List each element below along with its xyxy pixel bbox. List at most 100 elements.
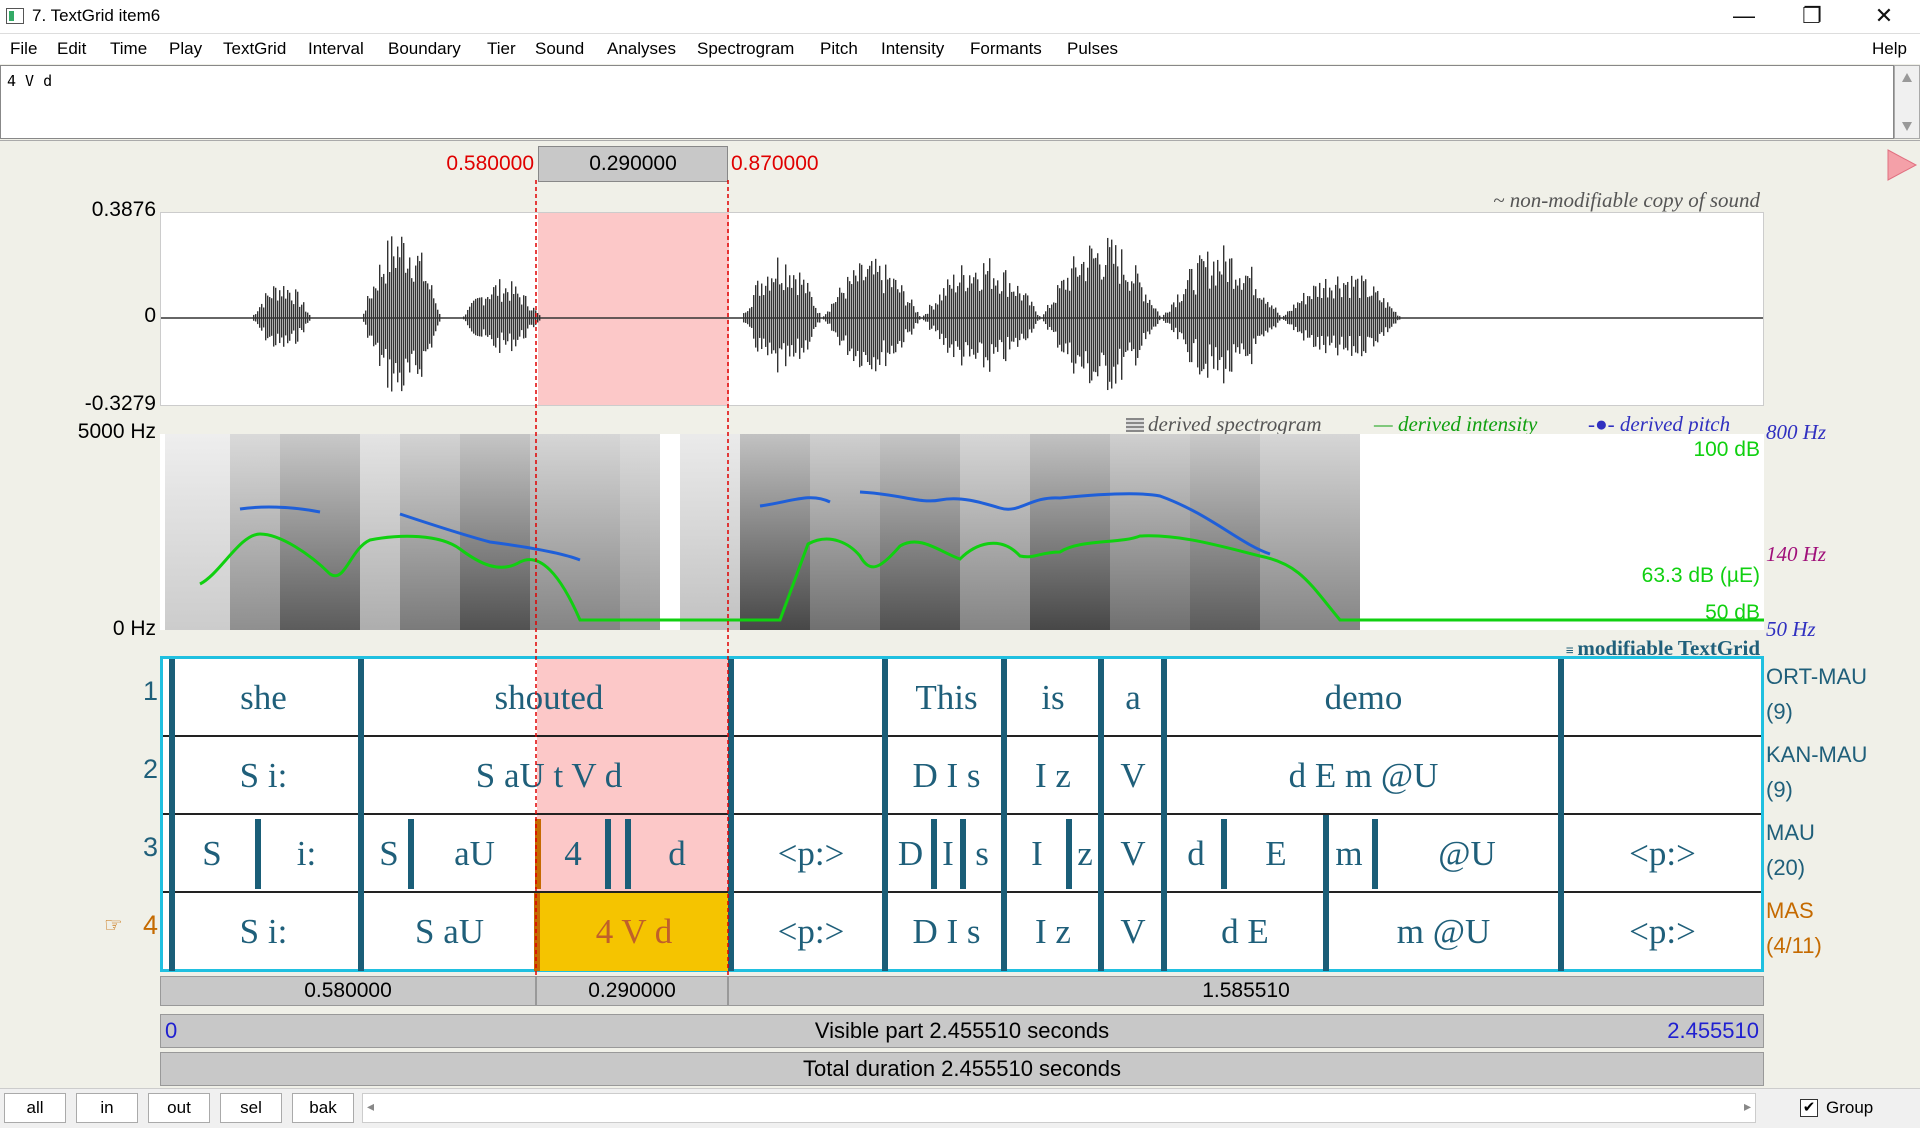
mau-seg[interactable]: D: [888, 815, 933, 893]
mas-seg[interactable]: S i:: [169, 893, 358, 971]
menu-play[interactable]: Play: [169, 39, 202, 59]
mas-seg[interactable]: D I s: [888, 893, 1005, 971]
boundary[interactable]: [1001, 893, 1007, 971]
tier-mas[interactable]: S i: S aU 4 V d <p:> D I s I z V d E m @…: [163, 893, 1761, 971]
visible-part-button[interactable]: 0 Visible part 2.455510 seconds 2.455510: [160, 1014, 1764, 1048]
mas-seg[interactable]: <p:>: [734, 893, 888, 971]
boundary[interactable]: [169, 659, 175, 737]
menu-intensity[interactable]: Intensity: [881, 39, 944, 59]
tier-kan-mau[interactable]: S i: S aU t V d D I s I z V d E m @U: [163, 737, 1761, 815]
mau-seg[interactable]: I: [933, 815, 963, 893]
textgrid-panel[interactable]: she shouted This is a demo S i: S aU t V…: [160, 656, 1764, 972]
boundary[interactable]: [931, 819, 937, 889]
mau-seg[interactable]: m: [1327, 815, 1371, 893]
ort-seg-this[interactable]: This: [888, 659, 1005, 737]
mau-seg[interactable]: d: [1167, 815, 1225, 893]
menu-file[interactable]: File: [10, 39, 37, 59]
boundary[interactable]: [882, 815, 888, 893]
mau-seg[interactable]: i:: [255, 815, 358, 893]
kan-seg-1[interactable]: S i:: [169, 737, 358, 815]
waveform-panel[interactable]: [160, 212, 1764, 406]
mau-seg[interactable]: d: [626, 815, 728, 893]
duration-selected-button[interactable]: 0.290000: [536, 976, 728, 1006]
boundary[interactable]: [358, 737, 364, 815]
menu-help[interactable]: Help: [1872, 39, 1907, 59]
duration-after-button[interactable]: 1.585510: [728, 976, 1764, 1006]
spectrogram-panel[interactable]: [160, 434, 1764, 630]
tier-ort-mau[interactable]: she shouted This is a demo: [163, 659, 1761, 737]
menu-pulses[interactable]: Pulses: [1067, 39, 1118, 59]
mas-seg[interactable]: <p:>: [1564, 893, 1761, 971]
group-checkbox[interactable]: ✔: [1800, 1099, 1818, 1117]
boundary[interactable]: [1001, 659, 1007, 737]
mas-seg[interactable]: I z: [1006, 893, 1100, 971]
mau-seg[interactable]: s: [963, 815, 1001, 893]
boundary[interactable]: [1372, 819, 1378, 889]
total-duration-button[interactable]: Total duration 2.455510 seconds: [160, 1052, 1764, 1086]
kan-seg-6[interactable]: V: [1103, 737, 1163, 815]
kan-seg-4[interactable]: D I s: [888, 737, 1005, 815]
mau-seg[interactable]: aU: [414, 815, 535, 893]
zoom-all-button[interactable]: all: [4, 1093, 66, 1123]
boundary[interactable]: [605, 819, 611, 889]
mau-seg[interactable]: <p:>: [734, 815, 888, 893]
scroll-left-icon[interactable]: ◂: [367, 1098, 374, 1115]
ort-seg-shouted[interactable]: shouted: [364, 659, 734, 737]
boundary[interactable]: [1323, 815, 1329, 893]
mas-seg[interactable]: m @U: [1329, 893, 1558, 971]
kan-seg-2[interactable]: S aU t V d: [364, 737, 734, 815]
boundary[interactable]: [358, 815, 364, 893]
mau-seg[interactable]: S: [169, 815, 255, 893]
horizontal-scrollbar[interactable]: ◂ ▸: [362, 1093, 1756, 1123]
kan-seg-5[interactable]: I z: [1006, 737, 1100, 815]
menu-spectrogram[interactable]: Spectrogram: [697, 39, 794, 59]
mas-seg-selected[interactable]: 4 V d: [540, 893, 728, 971]
mas-seg[interactable]: d E: [1167, 893, 1323, 971]
boundary[interactable]: [1558, 893, 1564, 971]
menu-formants[interactable]: Formants: [970, 39, 1042, 59]
close-button[interactable]: ✕: [1850, 0, 1918, 34]
menu-interval[interactable]: Interval: [308, 39, 364, 59]
restore-button[interactable]: ❐: [1778, 0, 1846, 34]
boundary[interactable]: [960, 819, 966, 889]
mau-seg[interactable]: S: [364, 815, 414, 893]
boundary[interactable]: [358, 659, 364, 737]
boundary[interactable]: [1001, 737, 1007, 815]
tier-1-number[interactable]: 1: [118, 676, 158, 707]
boundary[interactable]: [358, 893, 364, 971]
mas-seg[interactable]: S aU: [364, 893, 535, 971]
ort-seg-empty-end[interactable]: [1564, 659, 1761, 737]
boundary[interactable]: [882, 737, 888, 815]
tier-4-number[interactable]: 4: [118, 910, 158, 941]
boundary[interactable]: [1001, 815, 1007, 893]
mau-seg[interactable]: I: [1006, 815, 1068, 893]
boundary[interactable]: [169, 815, 175, 893]
boundary[interactable]: [1221, 819, 1227, 889]
zoom-in-button[interactable]: in: [76, 1093, 138, 1123]
menu-time[interactable]: Time: [110, 39, 147, 59]
boundary[interactable]: [169, 737, 175, 815]
ort-seg-she[interactable]: she: [169, 659, 358, 737]
menu-tier[interactable]: Tier: [487, 39, 516, 59]
menu-boundary[interactable]: Boundary: [388, 39, 461, 59]
interval-text-field[interactable]: 4 V d: [0, 65, 1894, 139]
kan-seg-3[interactable]: [734, 737, 888, 815]
zoom-sel-button[interactable]: sel: [220, 1093, 282, 1123]
text-field-scrollbar[interactable]: [1894, 65, 1920, 139]
boundary[interactable]: [255, 819, 261, 889]
boundary[interactable]: [882, 659, 888, 737]
ort-seg-empty[interactable]: [734, 659, 888, 737]
play-triangle-icon[interactable]: [1886, 148, 1918, 182]
boundary[interactable]: [1558, 815, 1564, 893]
kan-seg-8[interactable]: [1564, 737, 1761, 815]
scroll-right-icon[interactable]: ▸: [1744, 1098, 1751, 1115]
mau-seg[interactable]: z: [1071, 815, 1099, 893]
menu-textgrid[interactable]: TextGrid: [223, 39, 286, 59]
boundary[interactable]: [408, 819, 414, 889]
tier-mau[interactable]: S i: S aU 4 d <p:> D I s I z V d E m @U …: [163, 815, 1761, 893]
selection-duration-button[interactable]: 0.290000: [538, 146, 728, 182]
menu-edit[interactable]: Edit: [57, 39, 86, 59]
mau-seg[interactable]: 4: [540, 815, 606, 893]
zoom-back-button[interactable]: bak: [292, 1093, 354, 1123]
boundary[interactable]: [1066, 819, 1072, 889]
